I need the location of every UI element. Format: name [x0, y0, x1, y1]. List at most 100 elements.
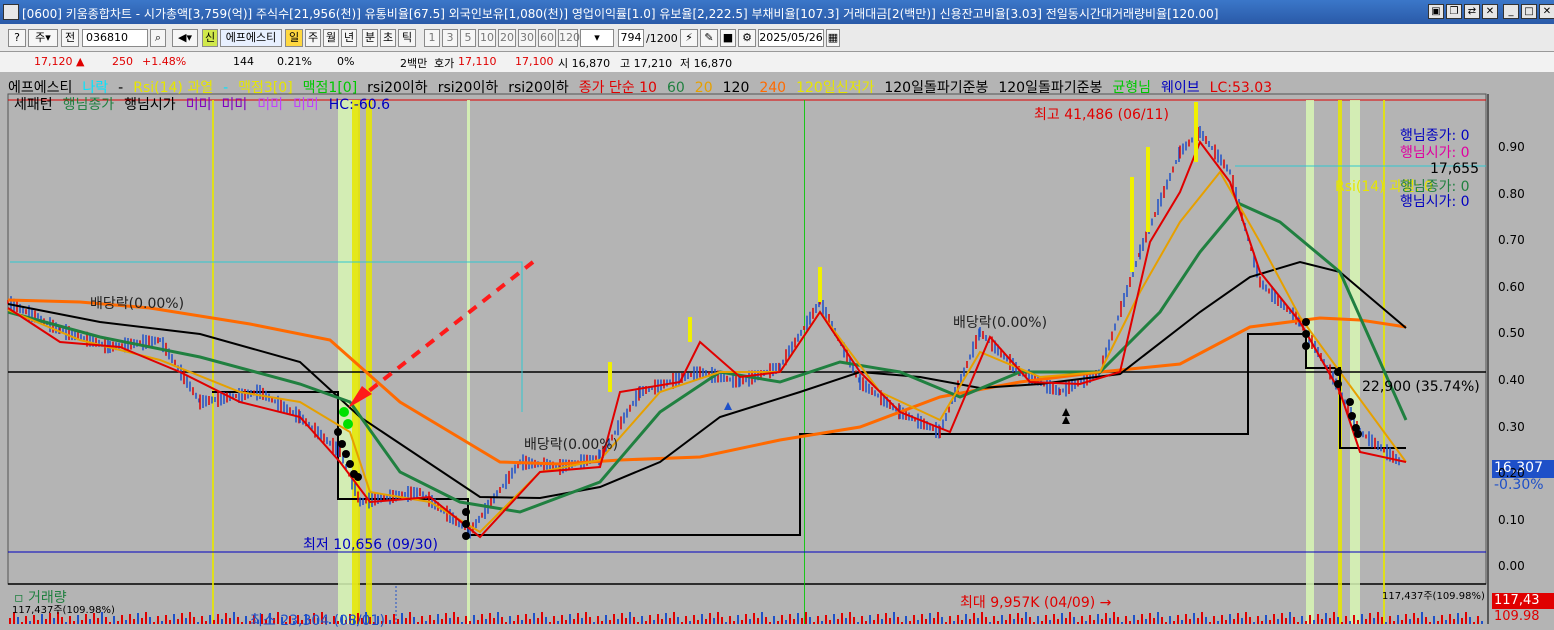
plot-frame [7, 93, 1487, 585]
legend-item[interactable]: 미미 [221, 97, 247, 113]
legend-item[interactable]: 60 [667, 80, 685, 96]
interval-120[interactable]: 120 [558, 29, 580, 47]
signal-dot [462, 520, 470, 528]
highlight-band [1306, 100, 1314, 624]
volume-pct-box: 109.98 [1494, 609, 1540, 624]
window-close-icon[interactable]: ✕ [1482, 4, 1498, 19]
toolbar: ? 주▾ 전 036810 ⌕ ◀▾ 신 에프에스티 일 주 월 년 분 초 틱… [0, 24, 1554, 70]
legend-item[interactable]: 행님종가 [63, 97, 115, 113]
current-price: 17,120 ▲ [34, 55, 85, 68]
axis-tick: 0.60 [1498, 279, 1525, 294]
legend-item[interactable]: 세패턴 [14, 97, 53, 113]
legend-row-2: 세패턴 행님종가 행님시가 미미 미미 미미 미미 HC:-60.6 [14, 94, 400, 114]
legend-item[interactable]: 120 [723, 80, 750, 96]
open-price: 시 16,870 [558, 57, 611, 70]
interval-30[interactable]: 30 [518, 29, 536, 47]
axis-tick: 0.90 [1498, 140, 1525, 154]
period-select[interactable]: 주▾ [28, 29, 58, 47]
right-legend-2: 행님시가: 0 [1400, 145, 1470, 161]
interval-3[interactable]: 3 [442, 29, 458, 47]
period-week[interactable]: 주 [305, 29, 321, 47]
volume-right-label: 117,437주(109.98%) [1382, 591, 1485, 602]
legend-item[interactable]: 240 [759, 80, 786, 96]
arrow-line [358, 260, 535, 400]
signal-dot [346, 460, 354, 468]
legend-item[interactable]: 미미 [186, 97, 212, 113]
interval-1[interactable]: 1 [424, 29, 440, 47]
signal-dot [1334, 368, 1342, 376]
legend-item[interactable]: 행님시가 [124, 97, 176, 113]
volume-min-label: 최소 23,304 (08/01) [250, 613, 385, 629]
period-day[interactable]: 일 [285, 29, 303, 47]
bid-price: 17,110 [458, 55, 497, 68]
count-input[interactable]: 794 [618, 29, 644, 47]
up-arrow-icon [1062, 408, 1070, 416]
legend-item[interactable]: rsi20이하 [508, 80, 569, 96]
low-label: 최저 10,656 (09/30) [303, 537, 438, 553]
calendar-icon[interactable]: ▦ [826, 29, 840, 47]
window-restore-icon[interactable]: ❐ [1446, 4, 1462, 19]
interval-custom-input[interactable]: ▾ [580, 29, 614, 47]
legend-item[interactable]: HC:-60.6 [329, 97, 390, 113]
code-input[interactable]: 036810 [82, 29, 148, 47]
settings-icon[interactable]: ⚙ [738, 29, 756, 47]
volume-max-label: 최대 9,957K (04/09) → [960, 595, 1112, 611]
axis-tick: 0.70 [1498, 233, 1525, 248]
ma20-line [7, 170, 1407, 534]
hoga-label: 호가 [434, 57, 455, 70]
period-month[interactable]: 월 [323, 29, 339, 47]
speaker-icon[interactable]: ◀▾ [172, 29, 198, 47]
date-input[interactable]: 2025/05/26 [758, 29, 824, 47]
period-tick[interactable]: 틱 [398, 29, 416, 47]
interval-60[interactable]: 60 [538, 29, 556, 47]
credit-icon[interactable]: 신 [202, 29, 218, 47]
signal-dot [338, 440, 346, 448]
interval-10[interactable]: 10 [478, 29, 496, 47]
change-pct: +1.48% [142, 55, 187, 68]
price-chart[interactable] [0, 72, 1554, 624]
dividend-label-1: 배당락(0.00%) [90, 296, 185, 312]
right-legend-6: 행님시가: 0 [1400, 194, 1470, 210]
ma60-line [7, 202, 1408, 514]
dividend-label-3: 배당락(0.00%) [953, 315, 1048, 331]
help-icon[interactable]: ? [8, 29, 26, 47]
legend-item[interactable]: 120일돌파기준봉 [998, 80, 1102, 96]
dividend-label-2: 배당락(0.00%) [524, 437, 619, 453]
legend-item[interactable]: 미미 [293, 97, 319, 113]
period-minute[interactable]: 분 [362, 29, 378, 47]
signal-dot [1348, 412, 1356, 420]
window-tile-icon[interactable]: ▣ [1428, 4, 1444, 19]
window-link-icon[interactable]: ⇄ [1464, 4, 1480, 19]
legend-item[interactable]: 웨이브 [1161, 80, 1200, 96]
signal-dot [462, 532, 470, 540]
legend-item[interactable]: 균형님 [1112, 80, 1151, 96]
legend-item[interactable]: 20 [695, 80, 713, 96]
chart-area[interactable]: 에프에스티 나락 - Rsi(14) 과열 - 맥점3[0] 맥점1[0] rsi20이하 rs… [0, 72, 1554, 629]
save-icon[interactable]: ■ [720, 29, 736, 47]
volume: 144 [233, 55, 254, 68]
volume-left-label: 117,437주(109.98%) [12, 605, 115, 616]
up-arrow-icon [1062, 416, 1070, 424]
interval-20[interactable]: 20 [498, 29, 516, 47]
minimize-icon[interactable]: _ [1503, 4, 1519, 19]
axis-tick: 0.40 [1498, 373, 1525, 387]
maximize-icon[interactable]: □ [1521, 4, 1537, 19]
interval-5[interactable]: 5 [460, 29, 476, 47]
axis-tick: 0.20 [1498, 466, 1525, 481]
title-bar: [0600] 키움종합차트 - 시가총액[3,759(억)] 주식수[21,95… [0, 0, 1554, 24]
period-year[interactable]: 년 [341, 29, 357, 47]
prev-button[interactable]: 전 [61, 29, 79, 47]
search-icon[interactable]: ⌕ [150, 29, 166, 47]
period-second[interactable]: 초 [380, 29, 396, 47]
close-icon[interactable]: ✕ [1539, 4, 1554, 19]
legend-item[interactable]: rsi20이하 [438, 80, 499, 96]
legend-item[interactable]: 미미 [257, 97, 283, 113]
legend-item[interactable]: 120일신저가 [796, 80, 874, 96]
legend-item[interactable]: LC:53.03 [1210, 80, 1272, 96]
legend-item[interactable]: 120일돌파기준봉 [884, 80, 988, 96]
axis-tick: 0.10 [1498, 512, 1525, 527]
trade-amount: 2백만 [400, 57, 428, 70]
tool-icon[interactable]: ✎ [700, 29, 718, 47]
chart-type-icon[interactable]: ⚡ [680, 29, 698, 47]
legend-item[interactable]: 종가 단순 10 [579, 80, 657, 96]
